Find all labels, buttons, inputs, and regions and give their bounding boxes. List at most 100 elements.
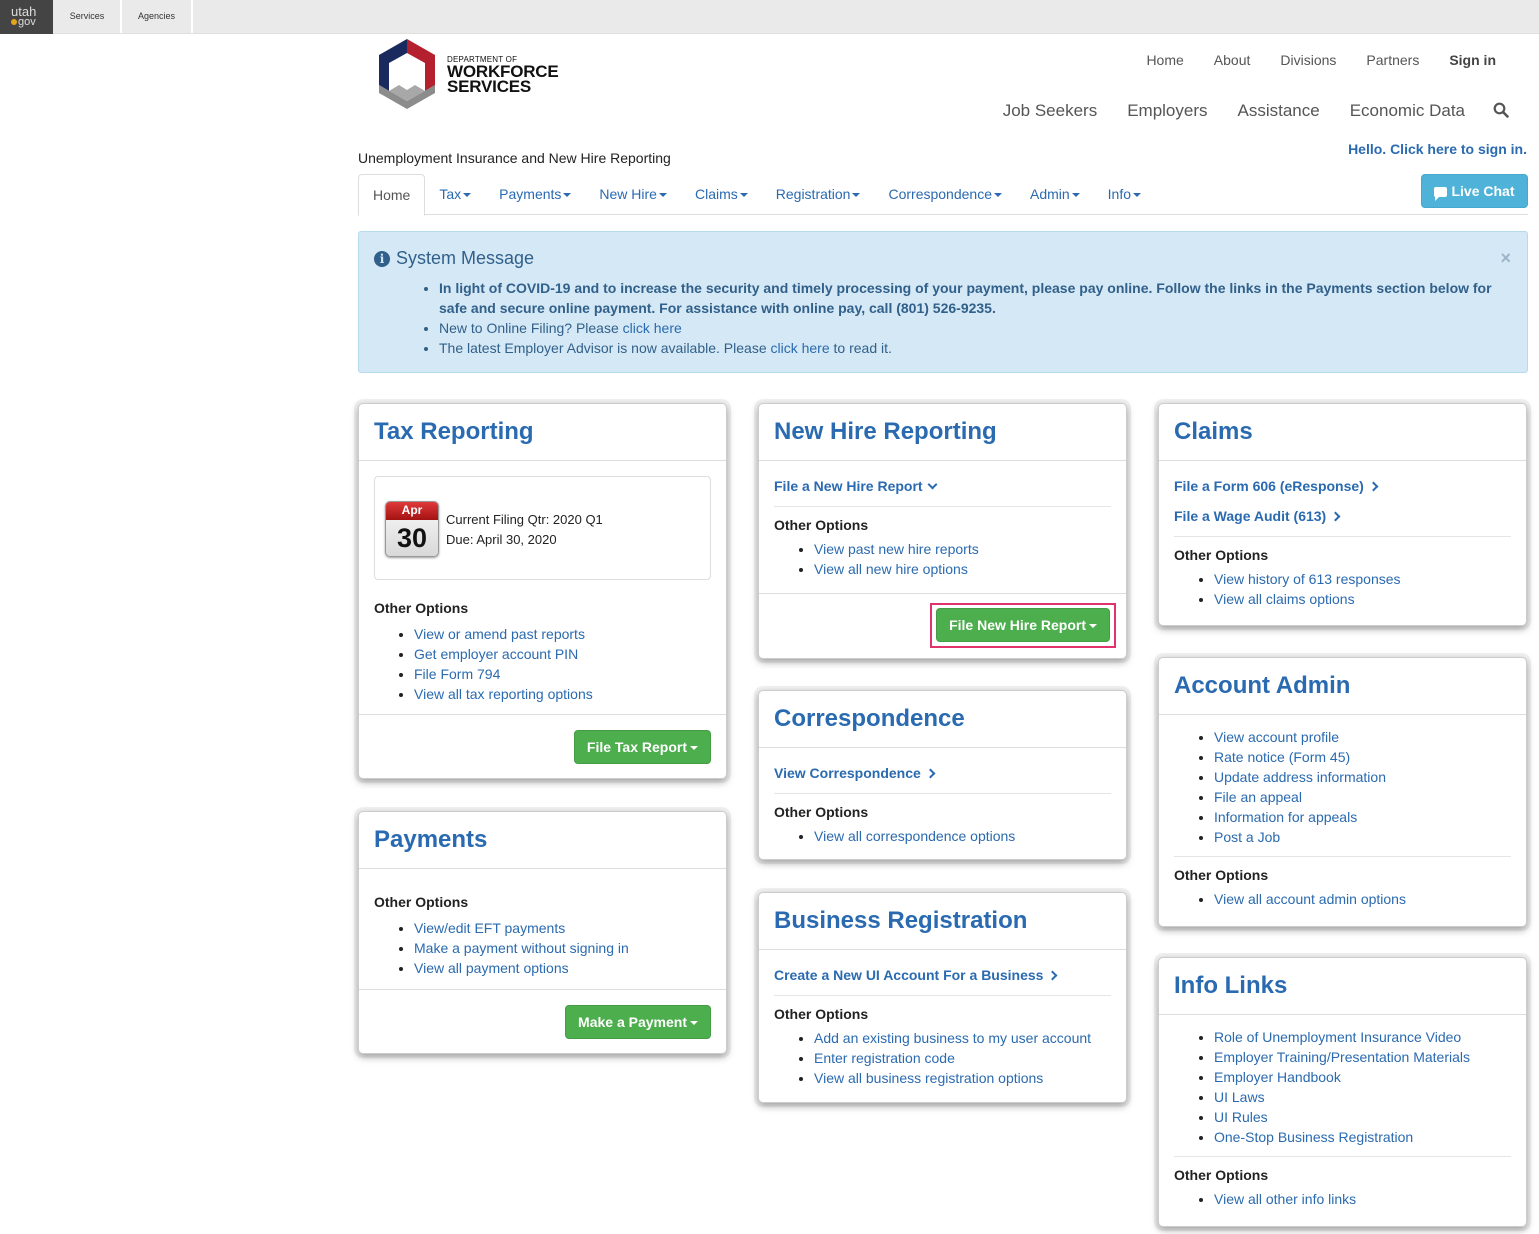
sign-in-greeting-link[interactable]: Hello. Click here to sign in. — [1348, 141, 1527, 157]
utah-services-link[interactable]: Services — [54, 0, 122, 33]
file-new-hire-report-link[interactable]: File a New Hire Report — [774, 478, 1111, 494]
view-all-tax-options-link[interactable]: View all tax reporting options — [414, 686, 593, 702]
divider — [774, 506, 1111, 507]
ui-rules-link[interactable]: UI Rules — [1214, 1109, 1268, 1125]
chevron-right-icon — [1368, 481, 1379, 492]
employer-handbook-link[interactable]: Employer Handbook — [1214, 1069, 1341, 1085]
file-form-794-link[interactable]: File Form 794 — [414, 666, 500, 682]
other-options-heading: Other Options — [1174, 1167, 1269, 1183]
view-613-history-link[interactable]: View history of 613 responses — [1214, 571, 1401, 587]
panel-title: Info Links — [1159, 958, 1526, 1015]
panel-footer: Make a Payment — [359, 989, 726, 1053]
utility-nav: Home About Divisions Partners Sign in — [1116, 52, 1496, 68]
employer-training-link[interactable]: Employer Training/Presentation Materials — [1214, 1049, 1470, 1065]
view-correspondence-link[interactable]: View Correspondence — [774, 765, 1111, 781]
dws-hexagon-icon — [379, 39, 435, 109]
update-address-link[interactable]: Update address information — [1214, 769, 1386, 785]
tab-new-hire[interactable]: New Hire — [585, 174, 681, 215]
system-message-item: The latest Employer Advisor is now avail… — [439, 338, 1499, 358]
employer-advisor-click-here-link[interactable]: click here — [771, 340, 830, 356]
system-message-list: In light of COVID-19 and to increase the… — [419, 278, 1499, 358]
rate-notice-link[interactable]: Rate notice (Form 45) — [1214, 749, 1350, 765]
appeals-info-link[interactable]: Information for appeals — [1214, 809, 1357, 825]
view-all-correspondence-options-link[interactable]: View all correspondence options — [814, 828, 1015, 844]
panel-title: Account Admin — [1159, 658, 1526, 715]
dws-logo[interactable]: DEPARTMENT OF WORKFORCE SERVICES — [375, 37, 575, 111]
utah-agencies-link[interactable]: Agencies — [122, 0, 193, 33]
payment-options-list: View/edit EFT payments Make a payment wi… — [374, 918, 711, 978]
add-existing-business-link[interactable]: Add an existing business to my user acco… — [814, 1030, 1091, 1046]
util-nav-about[interactable]: About — [1214, 52, 1251, 68]
view-account-profile-link[interactable]: View account profile — [1214, 729, 1339, 745]
pay-without-signing-in-link[interactable]: Make a payment without signing in — [414, 940, 629, 956]
panel-title: New Hire Reporting — [759, 404, 1126, 461]
ui-laws-link[interactable]: UI Laws — [1214, 1089, 1265, 1105]
panel-title: Tax Reporting — [359, 404, 726, 461]
post-job-link[interactable]: Post a Job — [1214, 829, 1280, 845]
online-filing-click-here-link[interactable]: click here — [623, 320, 682, 336]
divider — [1174, 536, 1511, 537]
other-options-heading: Other Options — [774, 517, 869, 533]
file-form-606-link[interactable]: File a Form 606 (eResponse) — [1174, 478, 1511, 494]
view-all-admin-options-link[interactable]: View all account admin options — [1214, 891, 1406, 907]
file-wage-audit-link[interactable]: File a Wage Audit (613) — [1174, 508, 1511, 524]
file-appeal-link[interactable]: File an appeal — [1214, 789, 1302, 805]
tab-claims[interactable]: Claims — [681, 174, 762, 215]
ui-role-video-link[interactable]: Role of Unemployment Insurance Video — [1214, 1029, 1461, 1045]
one-stop-registration-link[interactable]: One-Stop Business Registration — [1214, 1129, 1413, 1145]
util-nav-divisions[interactable]: Divisions — [1280, 52, 1336, 68]
caret-down-icon — [852, 193, 861, 198]
main-nav-employers[interactable]: Employers — [1127, 101, 1207, 121]
tab-info[interactable]: Info — [1094, 174, 1155, 215]
other-options-heading: Other Options — [774, 1006, 869, 1022]
enter-registration-code-link[interactable]: Enter registration code — [814, 1050, 955, 1066]
file-tax-report-button[interactable]: File Tax Report — [573, 730, 711, 764]
view-past-new-hire-reports-link[interactable]: View past new hire reports — [814, 541, 979, 557]
tab-tax[interactable]: Tax — [425, 174, 485, 215]
create-ui-account-link[interactable]: Create a New UI Account For a Business — [774, 967, 1111, 983]
get-employer-pin-link[interactable]: Get employer account PIN — [414, 646, 578, 662]
tab-home[interactable]: Home — [358, 174, 426, 216]
tax-options-list: View or amend past reports Get employer … — [374, 624, 711, 704]
view-all-claims-options-link[interactable]: View all claims options — [1214, 591, 1355, 607]
calendar-icon: Apr 30 — [385, 501, 439, 557]
view-all-new-hire-options-link[interactable]: View all new hire options — [814, 561, 968, 577]
system-message-alert: i System Message × In light of COVID-19 … — [358, 231, 1528, 373]
close-icon[interactable]: × — [1500, 248, 1511, 269]
tab-registration[interactable]: Registration — [762, 174, 875, 215]
tab-correspondence[interactable]: Correspondence — [874, 174, 1016, 215]
live-chat-button[interactable]: Live Chat — [1421, 174, 1528, 208]
search-icon[interactable] — [1493, 102, 1511, 120]
admin-links-list: View account profile Rate notice (Form 4… — [1174, 727, 1511, 847]
panel-title: Correspondence — [759, 691, 1126, 748]
util-nav-sign-in[interactable]: Sign in — [1449, 52, 1496, 68]
correspondence-panel: Correspondence View Correspondence Other… — [758, 690, 1127, 860]
system-message-item: In light of COVID-19 and to increase the… — [439, 278, 1499, 318]
panel-title: Business Registration — [759, 893, 1126, 950]
view-edit-eft-link[interactable]: View/edit EFT payments — [414, 920, 565, 936]
gov-logo-text: gov — [18, 16, 36, 28]
view-amend-past-reports-link[interactable]: View or amend past reports — [414, 626, 585, 642]
caret-down-icon — [1133, 193, 1142, 198]
other-options-heading: Other Options — [374, 894, 469, 910]
view-all-info-links-link[interactable]: View all other info links — [1214, 1191, 1356, 1207]
tab-label: Info — [1107, 186, 1132, 202]
info-circle-icon: i — [374, 250, 390, 267]
main-nav-assistance[interactable]: Assistance — [1238, 101, 1320, 121]
tab-payments[interactable]: Payments — [485, 174, 585, 215]
file-new-hire-report-button[interactable]: File New Hire Report — [936, 608, 1110, 642]
view-all-payment-options-link[interactable]: View all payment options — [414, 960, 569, 976]
chat-bubble-icon — [1434, 187, 1448, 201]
make-payment-button[interactable]: Make a Payment — [565, 1005, 711, 1039]
main-nav-economic-data[interactable]: Economic Data — [1350, 101, 1465, 121]
main-nav-job-seekers[interactable]: Job Seekers — [1003, 101, 1098, 121]
util-nav-partners[interactable]: Partners — [1366, 52, 1419, 68]
tab-admin[interactable]: Admin — [1016, 174, 1094, 215]
utah-gov-logo[interactable]: utah gov — [0, 0, 53, 34]
caret-down-icon — [690, 1021, 698, 1026]
app-title: Unemployment Insurance and New Hire Repo… — [358, 150, 671, 166]
util-nav-home[interactable]: Home — [1146, 52, 1183, 68]
tab-label: Claims — [694, 186, 738, 202]
system-message-item: New to Online Filing? Please click here — [439, 318, 1499, 338]
view-all-registration-options-link[interactable]: View all business registration options — [814, 1070, 1043, 1086]
